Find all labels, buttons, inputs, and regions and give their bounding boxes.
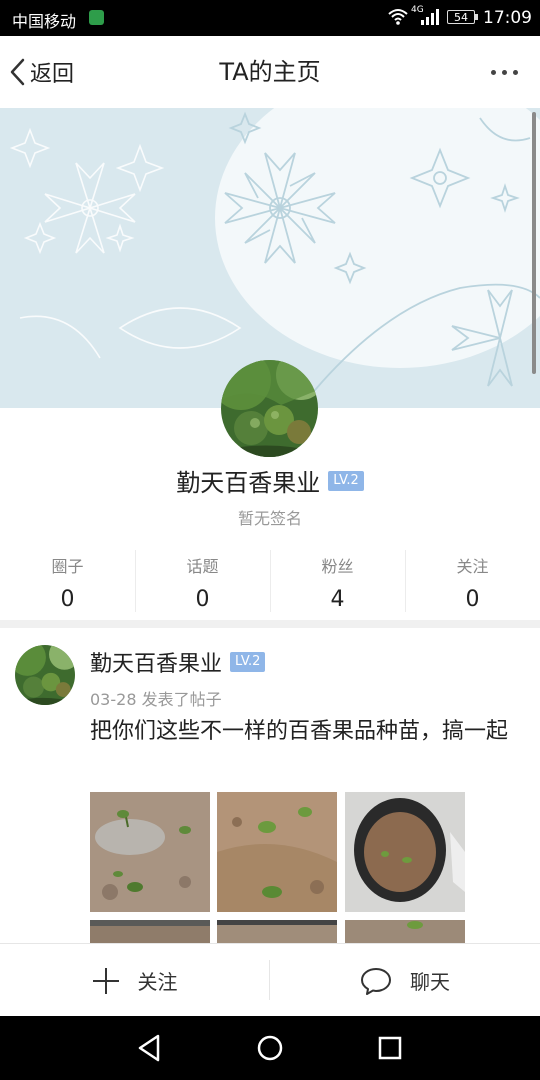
stat-topics[interactable]: 话题 0 xyxy=(135,548,270,614)
stat-label: 粉丝 xyxy=(321,557,354,576)
post-image[interactable] xyxy=(345,792,465,912)
post-image[interactable] xyxy=(217,792,337,912)
profile-signature: 暂无签名 xyxy=(237,509,302,528)
post-text[interactable]: 把你们这些不一样的百香果品种苗，搞一起 xyxy=(90,716,530,748)
battery-level: 54 xyxy=(454,11,468,24)
profile-stats: 圈子 0 话题 0 粉丝 4 关注 0 xyxy=(0,548,540,614)
stat-value: 0 xyxy=(60,587,75,612)
recents-square-icon[interactable] xyxy=(374,1032,406,1064)
post-author-avatar[interactable] xyxy=(15,645,75,705)
signal-icon xyxy=(421,9,439,25)
more-dots-icon[interactable] xyxy=(484,58,524,86)
section-divider xyxy=(0,620,540,628)
follow-button[interactable]: 关注 xyxy=(0,944,269,1017)
clock: 17:09 xyxy=(483,8,532,28)
scrollbar[interactable] xyxy=(532,112,536,374)
chat-bubble-icon xyxy=(361,967,391,995)
sim-icon xyxy=(89,10,104,25)
chat-label: 聊天 xyxy=(410,970,450,994)
post-image[interactable] xyxy=(90,920,210,943)
back-triangle-icon[interactable] xyxy=(134,1032,166,1064)
avatar-image xyxy=(221,360,318,457)
stat-value: 0 xyxy=(465,587,480,612)
avatar[interactable] xyxy=(221,360,318,457)
stat-label: 话题 xyxy=(186,557,219,576)
bottom-action-bar: 关注 聊天 xyxy=(0,943,540,1017)
page-title: TA的主页 xyxy=(219,58,321,86)
stat-fans[interactable]: 粉丝 4 xyxy=(270,548,405,614)
stat-circles[interactable]: 圈子 0 xyxy=(0,548,135,614)
post-date: 03-28 xyxy=(90,690,137,709)
plus-icon xyxy=(92,967,119,994)
post-image[interactable] xyxy=(345,920,465,943)
post-author-name[interactable]: 勤天百香果业 xyxy=(90,646,222,678)
stat-label: 圈子 xyxy=(51,557,84,576)
post-meta: 03-28 发表了帖子 xyxy=(90,686,222,710)
post-action: 发表了帖子 xyxy=(141,690,222,709)
post-image[interactable] xyxy=(90,792,210,912)
post-header: 勤天百香果业 LV.2 xyxy=(90,646,266,678)
system-nav-bar xyxy=(0,1016,540,1080)
level-badge: LV.2 xyxy=(230,652,266,672)
battery-icon: 54 xyxy=(447,10,475,24)
home-circle-icon[interactable] xyxy=(254,1032,286,1064)
carrier-name: 中国移动 xyxy=(12,12,77,31)
level-badge: LV.2 xyxy=(328,470,364,491)
stat-value: 4 xyxy=(330,587,345,612)
chat-button[interactable]: 聊天 xyxy=(270,944,540,1017)
stat-value: 0 xyxy=(195,587,210,612)
avatar-image xyxy=(15,645,75,705)
stat-following[interactable]: 关注 0 xyxy=(405,548,540,614)
profile-header: 勤天百香果业 LV.2 xyxy=(0,463,540,498)
profile-name: 勤天百香果业 xyxy=(176,469,321,497)
stat-label: 关注 xyxy=(456,557,489,576)
nav-header: 返回 TA的主页 xyxy=(0,36,540,109)
follow-label: 关注 xyxy=(137,970,178,994)
post-image[interactable] xyxy=(217,920,337,943)
status-bar: 中国移动 4G 54 17:09 xyxy=(0,0,540,36)
wifi-icon xyxy=(388,9,408,25)
